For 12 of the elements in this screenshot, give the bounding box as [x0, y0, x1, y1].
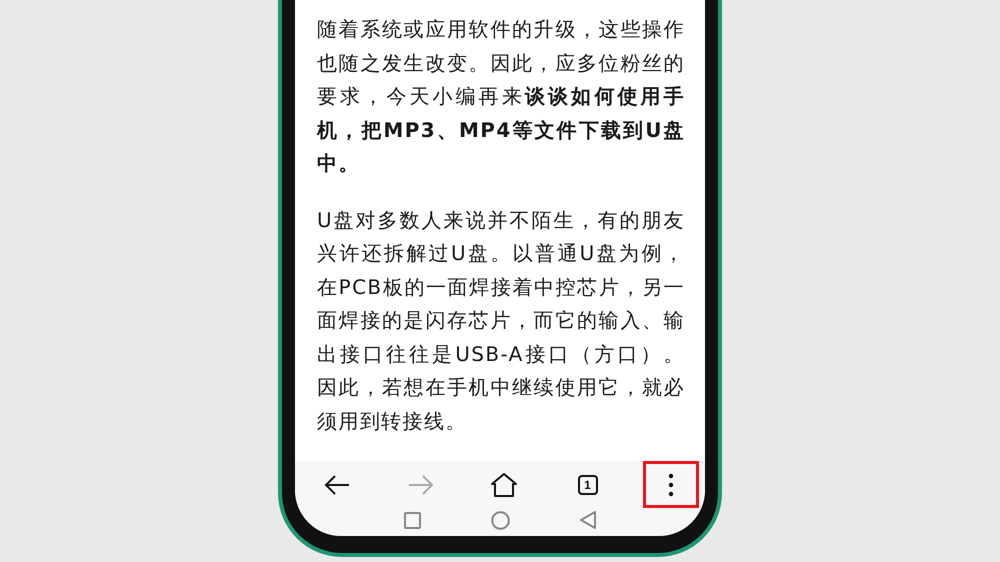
home-icon	[490, 472, 518, 498]
menu-icon	[668, 472, 674, 496]
circle-icon[interactable]	[491, 510, 510, 530]
tab-count: 1	[578, 474, 598, 494]
triangle-icon[interactable]	[580, 511, 596, 529]
tabs-button[interactable]: 1	[560, 461, 616, 508]
square-icon[interactable]	[404, 512, 421, 528]
menu-button[interactable]	[643, 461, 699, 508]
article-paragraph: U盘对多数人来说并不陌生，有的朋友兴许还拆解过U盘。以普通U盘为例，在PCB板的一面焊接着中控芯片，另一面焊接的是闪存芯片，而它的输入、输出接口往往是USB-A接口（方口）。因此，若想在手机中继续使用它，就必须用到转接线。	[317, 206, 685, 434]
article-paragraph: 随着系统或应用软件的升级，这些操作也随之发生改变。因此，应多位粉丝的要求，今天小编再来谈谈如何使用手机，把MP3、MP4等文件下载到U盘中。	[317, 16, 685, 177]
forward-arrow-icon	[408, 474, 434, 496]
back-arrow-icon	[324, 474, 350, 496]
